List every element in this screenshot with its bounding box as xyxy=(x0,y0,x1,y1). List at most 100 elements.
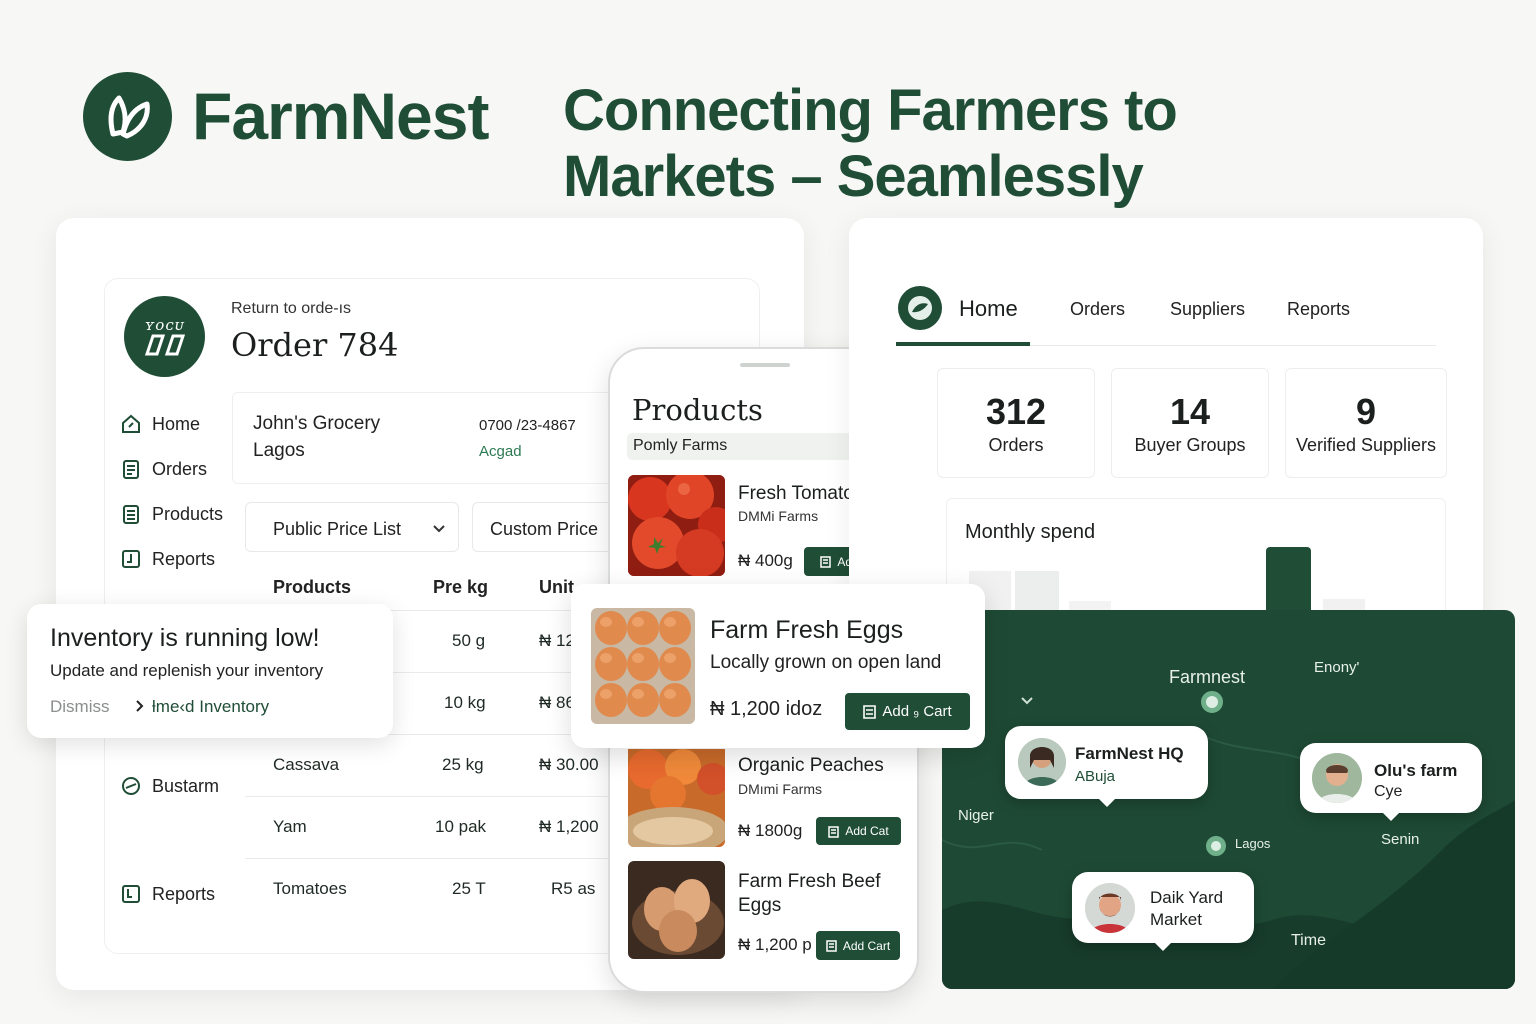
sidebar-item-reports[interactable]: Reports xyxy=(120,545,223,573)
cell-unit: ₦ 86 xyxy=(539,693,575,712)
stat-value: 9 xyxy=(1355,391,1377,432)
dismiss-button[interactable]: Dismiss xyxy=(50,697,110,717)
dashboard-nav: Home Orders Suppliers Reports xyxy=(896,290,1436,346)
open-book-icon xyxy=(144,334,185,356)
cell-qty: 25 T xyxy=(452,879,486,898)
cell-qty: 10 pak xyxy=(435,817,487,836)
add-cart-button[interactable]: Add Cat xyxy=(816,817,901,845)
add-cart-button[interactable]: Add Cart xyxy=(816,931,900,960)
order-title: Order 784 xyxy=(231,326,399,364)
custom-price-button[interactable]: Custom Price xyxy=(472,502,622,552)
cell-qty: 10 kg xyxy=(444,693,486,712)
cell-unit: ₦ 12 xyxy=(539,631,575,650)
peaches-illustration xyxy=(628,749,725,847)
brown-eggs-image xyxy=(628,861,725,959)
sidebar-item-label: Products xyxy=(152,503,224,524)
pin-title: Olu's farm xyxy=(1374,761,1458,780)
product-farm: DMMi Farms xyxy=(738,508,819,524)
product-price: ₦ 1,200 p xyxy=(738,935,812,954)
featured-product-card[interactable]: Farm Fresh Eggs Locally grown on open la… xyxy=(571,584,985,748)
cell-unit: R5 as xyxy=(551,879,596,898)
order-logo-text: ʏᴏᴄᴜ xyxy=(144,316,185,334)
products-icon xyxy=(123,505,139,524)
orders-icon xyxy=(123,460,139,479)
person-avatar xyxy=(1018,738,1066,786)
product-name-line1: Farm Fresh Beef xyxy=(738,871,881,892)
map-label-senin: Senin xyxy=(1381,831,1420,848)
tab-orders[interactable]: Orders xyxy=(1070,299,1125,320)
sidebar-item-products[interactable]: Products xyxy=(120,500,223,528)
product-name-line2: Eggs xyxy=(738,895,782,916)
reports-icon xyxy=(122,550,140,568)
tomatoes-image xyxy=(628,475,725,576)
add-cart-label: Add Cat xyxy=(845,824,889,838)
map-panel[interactable]: Farmnest Enony' Niger Lagos Senin Time F… xyxy=(942,610,1515,989)
add-to-cart-label: Add ₉ Cart xyxy=(882,703,952,720)
arrow-icon xyxy=(136,700,144,712)
table-row[interactable]: Cassava 25 kg ₦ 30.00 xyxy=(245,734,625,796)
product-card-organic-peaches[interactable]: Organic Peaches DMımi Farms ₦ 1800g Add … xyxy=(628,749,906,849)
return-to-orders-link[interactable]: Return to orde-ıs xyxy=(231,300,351,318)
chart-title: Monthly spend xyxy=(965,521,1096,543)
add-to-cart-button[interactable]: Add ₉ Cart xyxy=(845,693,970,730)
sidebar-item-label: Bustarm xyxy=(152,775,220,796)
egg-carton-illustration xyxy=(591,608,695,724)
avatar xyxy=(1312,753,1362,803)
sidebar-item-label: Home xyxy=(152,413,201,434)
tab-home[interactable]: Home xyxy=(896,290,1030,346)
product-card-beef-eggs[interactable]: Farm Fresh Beef Eggs ₦ 1,200 p Add Cart xyxy=(628,861,906,961)
map-marker-lagos[interactable] xyxy=(1206,836,1226,856)
price-list-value: Public Price List xyxy=(273,519,402,539)
sidebar-item-orders[interactable]: Orders xyxy=(120,455,223,483)
customer-box: John's Grocery Lagos 0700 /23-4867 Acgad xyxy=(232,392,622,484)
sidebar-item-bustarm[interactable]: Bustarm xyxy=(120,772,219,800)
stat-card-verified-suppliers[interactable]: 9 Verified Suppliers xyxy=(1285,368,1447,478)
sidebar-item-label: Reports xyxy=(152,548,216,569)
sidebar-item-reports-lower[interactable]: Reports xyxy=(120,880,215,908)
map-label-farmnest: Farmnest xyxy=(1169,667,1246,687)
featured-price: ₦ 1,200 idoz xyxy=(710,698,823,720)
eggs-image xyxy=(591,608,695,724)
stat-value: 14 xyxy=(1169,391,1211,432)
customer-link[interactable]: Acgad xyxy=(479,443,522,460)
map-label-enony: Enony' xyxy=(1314,659,1360,676)
tab-reports[interactable]: Reports xyxy=(1287,299,1350,320)
bustarm-icon xyxy=(122,777,140,795)
table-row[interactable]: Tomatoes 25 T R5 as xyxy=(245,858,625,920)
cell-qty: 50 g xyxy=(452,631,486,650)
pin-title: FarmNest HQ xyxy=(1075,744,1184,763)
price-list-select[interactable]: Public Price List xyxy=(245,502,459,552)
product-price: ₦ 1800g xyxy=(738,821,803,840)
map-marker-farmnest[interactable] xyxy=(1201,691,1223,713)
alert-title: Inventory is running low! xyxy=(50,624,320,652)
brown-eggs-illustration xyxy=(628,861,725,959)
order-logo: ʏᴏᴄᴜ xyxy=(124,296,205,377)
sidebar-item-home[interactable]: Home xyxy=(120,410,223,438)
table-row[interactable]: Yam 10 pak ₦ 1,200 xyxy=(245,796,625,858)
avatar xyxy=(1018,738,1066,786)
tab-suppliers[interactable]: Suppliers xyxy=(1170,299,1245,320)
phone-subtitle-text: Pomly Farms xyxy=(633,437,728,454)
map-label-time: Time xyxy=(1291,932,1326,949)
pin-sub: ABuja xyxy=(1075,768,1116,785)
cell-product: Yam xyxy=(273,817,307,836)
map-label-lagos: Lagos xyxy=(1235,836,1271,851)
customer-phone: 0700 /23-4867 xyxy=(479,417,576,434)
stat-card-buyer-groups[interactable]: 14 Buyer Groups xyxy=(1111,368,1269,478)
featured-name: Farm Fresh Eggs xyxy=(710,616,904,644)
stat-label: Orders xyxy=(988,435,1044,455)
map-pin-daik-yard-market[interactable]: Daik Yard Market xyxy=(1072,872,1254,951)
stat-label: Buyer Groups xyxy=(1134,435,1246,455)
cart-icon xyxy=(826,940,837,952)
map-pin-olus-farm[interactable]: Olu's farm Cye xyxy=(1300,743,1482,821)
cart-icon xyxy=(863,705,877,719)
manage-inventory-link[interactable]: ƚme‹d Inventory xyxy=(152,697,269,717)
phone-title: Products xyxy=(632,393,763,427)
chevron-down-icon[interactable] xyxy=(1020,696,1034,706)
avatar xyxy=(1085,883,1135,933)
map-pin-farmnest-hq[interactable]: FarmNest HQ ABuja xyxy=(1005,726,1208,807)
tagline: Connecting Farmers to Markets – Seamless… xyxy=(563,78,1178,210)
phone-notch xyxy=(740,363,790,367)
stat-card-orders[interactable]: 312 Orders xyxy=(937,368,1095,478)
reports-icon xyxy=(122,885,140,903)
